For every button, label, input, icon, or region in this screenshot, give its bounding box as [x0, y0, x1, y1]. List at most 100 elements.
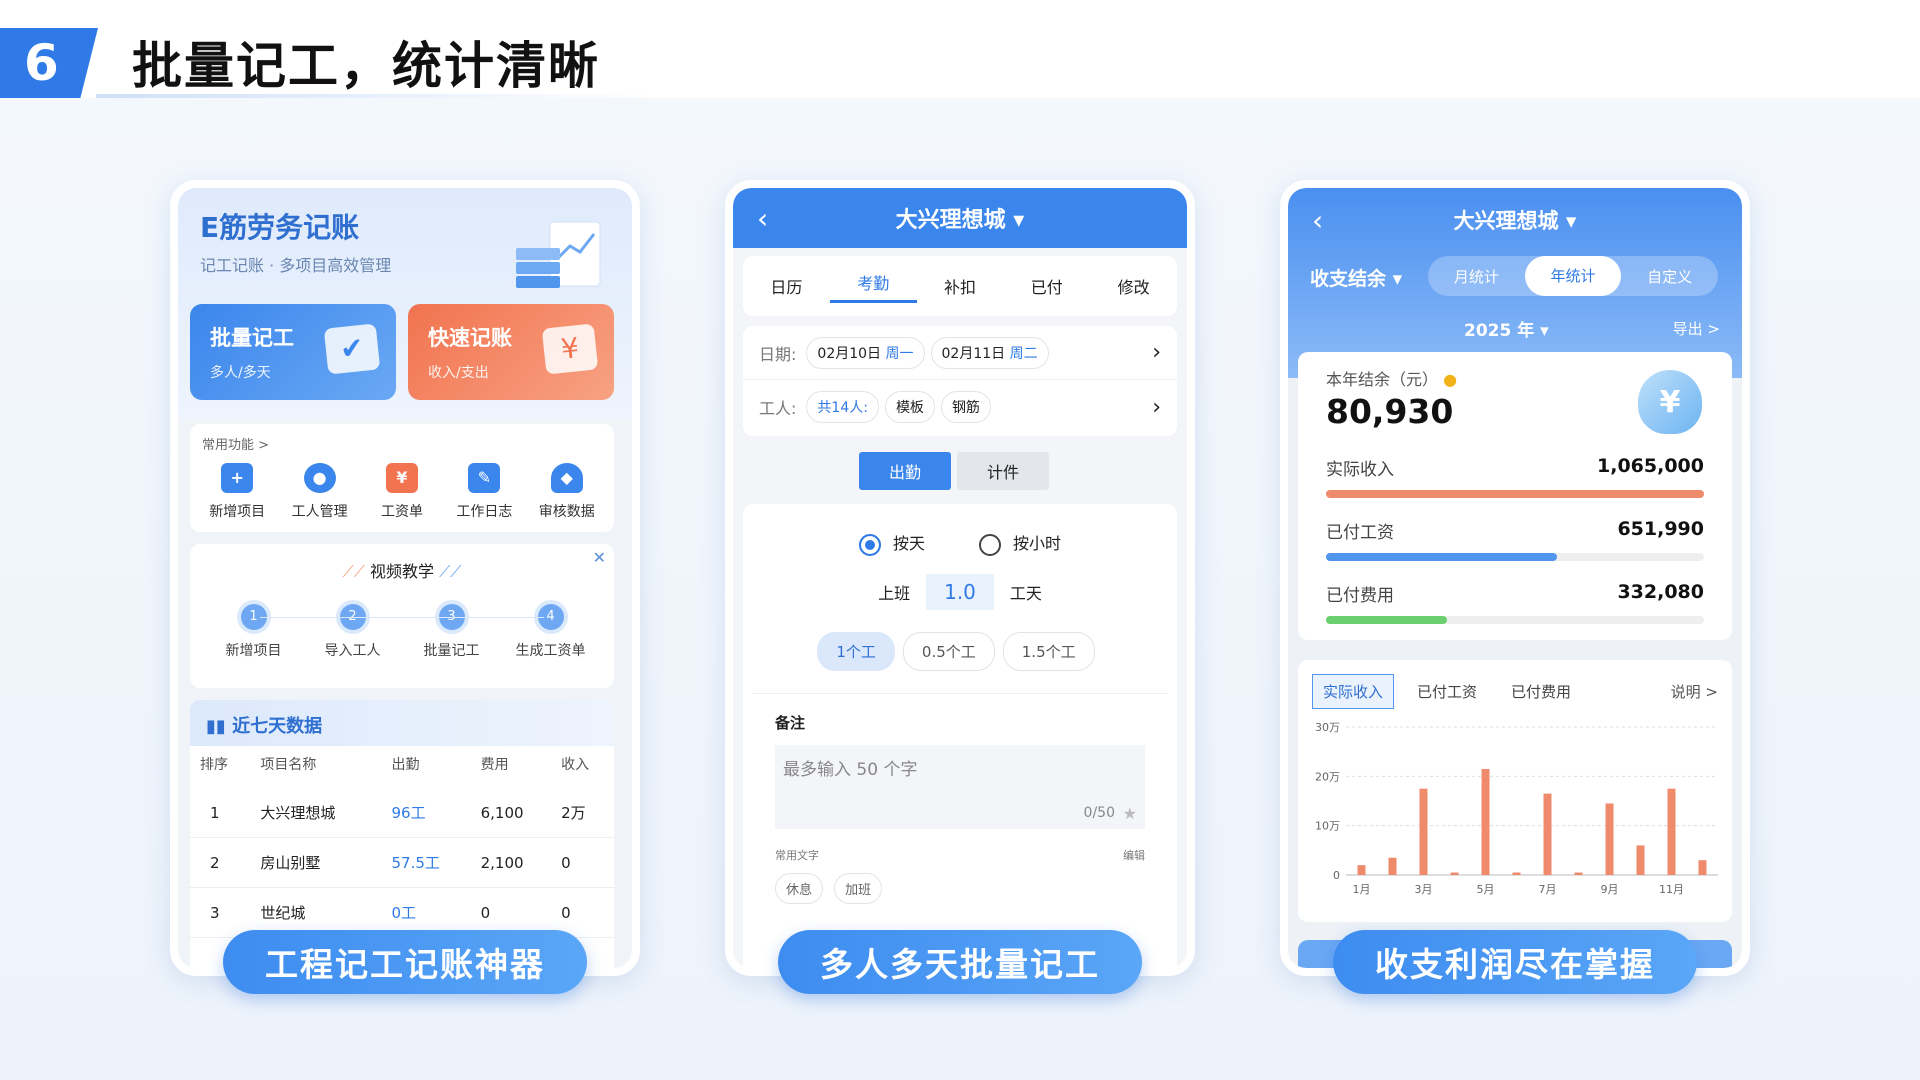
tab-attendance[interactable]: 考勤 [829, 270, 917, 303]
fn-label: 审核数据 [538, 504, 595, 520]
chart-tab-wages[interactable]: 已付工资 [1406, 674, 1488, 709]
chevron-right-icon[interactable]: › [1152, 340, 1161, 365]
tutorial-step[interactable]: 4 生成工资单 [511, 604, 591, 660]
period-segment: 月统计 年统计 自定义 [1428, 256, 1718, 296]
attendance-form: 按天 按小时 上班 1.0 工天 1个工 0.5个工 1.5个工 备注 最多输入… [743, 504, 1177, 968]
close-icon[interactable]: ✕ [593, 548, 606, 567]
table-row[interactable]: 2 房山别墅 57.5工 2,100 0 [190, 837, 614, 888]
mode-piecework-button[interactable]: 计件 [957, 452, 1050, 490]
worker-chip[interactable]: 模板 [884, 391, 935, 423]
section-number: 6 [0, 28, 98, 98]
bar-1月[interactable] [1357, 865, 1366, 875]
bar-5月[interactable] [1481, 768, 1490, 875]
fn-payroll[interactable]: ¥ 工资单 [370, 463, 434, 521]
y-tick-label: 10万 [1315, 820, 1340, 833]
phone-batch-record: ‹ 大兴理想城 ▾ 日历 考勤 补扣 已付 修改 日期: 02月10日 周一 0… [725, 180, 1195, 976]
seg-custom[interactable]: 自定义 [1621, 266, 1718, 287]
tag-chip[interactable]: 加班 [834, 872, 883, 904]
shift-label: 上班 [878, 583, 911, 603]
income-row[interactable]: 实际收入 1,065,000 [1326, 455, 1704, 498]
tab-paid[interactable]: 已付 [1003, 274, 1090, 298]
radio-by-hour[interactable]: 按小时 [979, 530, 1061, 556]
video-tutorial-title: ⟋⟋ 视频教学 ⟋⟋ [342, 562, 462, 581]
date-chip[interactable]: 02月10日 周一 [806, 336, 925, 369]
bar-7月[interactable] [1543, 793, 1552, 875]
common-functions-label[interactable]: 常用功能 > [190, 424, 614, 463]
seg-monthly[interactable]: 月统计 [1428, 266, 1525, 287]
stats-header: ‹ 大兴理想城 ▾ 收支结余 ▾ 月统计 年统计 自定义 2025 年 ▾ 导出… [1288, 188, 1742, 378]
bar-11月[interactable] [1667, 788, 1676, 875]
option-1-day[interactable]: 1个工 [817, 631, 895, 671]
bar-6月[interactable] [1512, 872, 1521, 875]
fn-work-log[interactable]: ✎ 工作日志 [452, 463, 516, 521]
nav-bar: ‹ 大兴理想城 ▾ [733, 188, 1187, 248]
bar-12月[interactable] [1698, 860, 1707, 875]
clipboard-check-icon: ✔ [323, 323, 381, 375]
chart-tab-expense[interactable]: 已付费用 [1500, 674, 1582, 709]
chart-tab-income[interactable]: 实际收入 [1312, 674, 1395, 709]
quick-account-button[interactable]: 快速记账 收入/支出 ¥ [408, 304, 614, 400]
bar-8月[interactable] [1574, 872, 1583, 875]
worker-label: 工人: [759, 399, 797, 418]
tab-calendar[interactable]: 日历 [743, 274, 830, 298]
bar-3月[interactable] [1419, 788, 1428, 875]
shift-value-input[interactable]: 1.0 [926, 573, 994, 610]
date-chip[interactable]: 02月11日 周二 [930, 336, 1049, 369]
option-half-day[interactable]: 0.5个工 [902, 631, 995, 671]
tutorial-step[interactable]: 1 新增项目 [214, 604, 294, 660]
bar-9月[interactable] [1605, 803, 1614, 875]
bar-4月[interactable] [1450, 872, 1459, 875]
balance-selector[interactable]: 收支结余 ▾ [1310, 264, 1402, 291]
fn-review-data[interactable]: ◆ 审核数据 [535, 463, 599, 521]
tag-chip[interactable]: 休息 [775, 872, 824, 904]
worker-chip[interactable]: 钢筋 [940, 391, 991, 423]
back-arrow-icon[interactable]: ‹ [757, 202, 768, 235]
help-icon[interactable]: ● [1443, 370, 1457, 389]
table-row[interactable]: 1 大兴理想城 96工 6,100 2万 [190, 788, 614, 838]
balance-card: 本年结余（元） ● 80,930 ¥ 实际收入 1,065,000 已付工资 651… [1298, 352, 1732, 640]
batch-record-button[interactable]: 批量记工 多人/多天 ✔ [190, 304, 396, 400]
caption-1: 工程记工记账神器 [223, 930, 587, 994]
edit-link[interactable]: 编辑 [1123, 847, 1145, 863]
option-1-5-day[interactable]: 1.5个工 [1002, 631, 1095, 671]
chevron-right-icon[interactable]: › [1152, 395, 1161, 420]
fn-add-project[interactable]: + 新增项目 [205, 463, 269, 521]
worker-helmet-icon: ● [303, 463, 336, 493]
app-subtitle: 记工记账 · 多项目高效管理 [200, 256, 392, 275]
note-textarea[interactable]: 最多输入 50 个字 0/50 ★ [775, 744, 1145, 829]
folder-plus-icon: + [221, 463, 254, 493]
phone-statistics: ‹ 大兴理想城 ▾ 收支结余 ▾ 月统计 年统计 自定义 2025 年 ▾ 导出… [1280, 180, 1750, 976]
common-functions-card: 常用功能 > + 新增项目 ● 工人管理 ¥ 工资单 ✎ 工作日志 ◆ 审核数据 [190, 424, 614, 532]
radio-by-day[interactable]: 按天 [858, 530, 925, 556]
back-arrow-icon[interactable]: ‹ [1312, 204, 1323, 237]
app-title: E筋劳务记账 [200, 211, 360, 244]
x-tick-label: 1月 [1353, 883, 1371, 896]
seg-yearly[interactable]: 年统计 [1524, 256, 1622, 296]
export-link[interactable]: 导出 > [1673, 318, 1720, 339]
bar-2月[interactable] [1388, 857, 1397, 875]
mode-attendance-button[interactable]: 出勤 [859, 452, 952, 490]
bar-10月[interactable] [1636, 845, 1645, 875]
recent-data-title: ▮▮ 近七天数据 [190, 700, 614, 746]
y-tick-label: 0 [1333, 869, 1340, 882]
wages-row[interactable]: 已付工资 651,990 [1326, 518, 1704, 561]
project-selector[interactable]: 大兴理想城 ▾ [1454, 205, 1577, 235]
progress-bar [1326, 553, 1704, 561]
worker-chip[interactable]: 共14人: [806, 391, 879, 423]
chart-card: 实际收入 已付工资 已付费用 说明 > 0 10万 20万 30万 1月 3月 5月 7月 9月… [1298, 660, 1732, 922]
x-tick-label: 9月 [1601, 883, 1619, 896]
nav-bar: ‹ 大兴理想城 ▾ [1288, 188, 1742, 252]
year-selector[interactable]: 2025 年 ▾ [1464, 316, 1549, 341]
tab-modify[interactable]: 修改 [1090, 274, 1177, 298]
record-tabs: 日历 考勤 补扣 已付 修改 [743, 256, 1177, 316]
fn-worker-manage[interactable]: ● 工人管理 [288, 463, 352, 521]
expense-row[interactable]: 已付费用 332,080 [1326, 581, 1704, 624]
radio-empty-icon [979, 533, 1001, 556]
recent-data-table: 排序 项目名称 出勤 费用 收入 1 大兴理想城 96工 6,100 2万 2 房山别墅 57.5工… [190, 746, 614, 938]
project-selector[interactable]: 大兴理想城 ▾ [896, 202, 1025, 234]
tab-deduct[interactable]: 补扣 [917, 274, 1004, 298]
tutorial-step[interactable]: 2导入工人 [313, 604, 393, 660]
tutorial-step[interactable]: 3批量记工 [412, 604, 492, 660]
explain-link[interactable]: 说明 > [1671, 681, 1718, 702]
income-bar-chart: 0 10万 20万 30万 1月 3月 5月 7月 9月 11月 [1315, 721, 1718, 896]
